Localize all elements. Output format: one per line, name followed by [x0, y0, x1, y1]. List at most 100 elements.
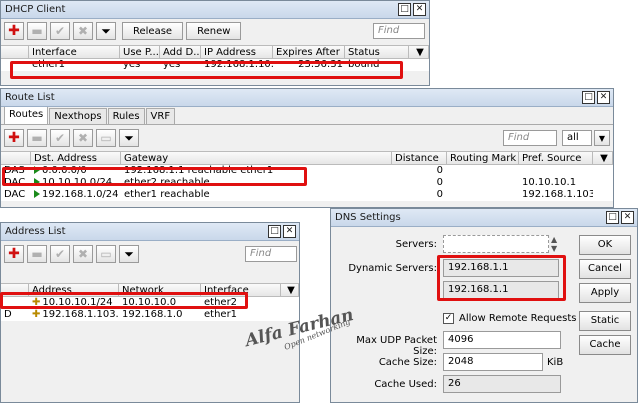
maximize-icon[interactable]: □ — [606, 211, 619, 224]
table-row[interactable]: DAC 10.10.10.0/24 ether2 reachable 0 10.… — [1, 177, 613, 189]
dhcp-client-window: DHCP Client □ ✕ ✚ ▬ ✔ ✖ ⏷ Release Renew … — [0, 0, 430, 86]
allow-remote-label: Allow Remote Requests — [459, 313, 577, 324]
cross-icon: ✖ — [77, 247, 89, 261]
col-pref-source[interactable]: Pref. Source — [519, 152, 593, 164]
row-ip-address: 192.168.1.10... — [204, 59, 273, 70]
dropdown-icon[interactable]: ▼ — [594, 130, 610, 146]
filter-button[interactable]: ⏷ — [96, 22, 116, 40]
row-pref: 10.10.10.1 — [522, 177, 577, 188]
add-button[interactable]: ✚ — [4, 22, 24, 40]
filter-button[interactable]: ⏷ — [119, 129, 139, 147]
check-icon: ✔ — [54, 131, 66, 145]
col-interface[interactable]: Interface — [201, 284, 281, 296]
release-button[interactable]: Release — [122, 22, 184, 40]
add-button[interactable]: ✚ — [4, 245, 24, 263]
table-row[interactable]: ✚ 10.10.10.1/24 10.10.10.0 ether2 — [1, 297, 299, 309]
column-menu-icon[interactable]: ▼ — [409, 46, 429, 58]
disable-button[interactable]: ✖ — [73, 129, 93, 147]
column-menu-icon[interactable]: ▼ — [281, 284, 299, 296]
maximize-icon[interactable]: □ — [268, 225, 281, 238]
cache-button[interactable]: Cache — [579, 335, 631, 355]
remove-button[interactable]: ▬ — [27, 129, 47, 147]
comment-button[interactable]: ▭ — [96, 129, 116, 147]
add-button[interactable]: ✚ — [4, 129, 24, 147]
filter-button[interactable]: ⏷ — [119, 245, 139, 263]
dns-settings-window: DNS Settings □ ✕ Servers: ▲ ▼ Dynamic Ser… — [330, 208, 638, 403]
col-status[interactable]: Status — [345, 46, 409, 58]
close-icon[interactable]: ✕ — [597, 91, 610, 104]
col-dst-address[interactable]: Dst. Address — [31, 152, 121, 164]
row-pref: 192.168.1.103 — [522, 189, 593, 200]
plus-icon: ✚ — [8, 23, 20, 39]
disable-button[interactable]: ✖ — [73, 22, 93, 40]
row-flag — [1, 297, 29, 309]
ok-button[interactable]: OK — [579, 235, 631, 255]
enable-button[interactable]: ✔ — [50, 129, 70, 147]
comment-button[interactable]: ▭ — [96, 245, 116, 263]
close-icon[interactable]: ✕ — [413, 3, 426, 16]
col-expires-after[interactable]: Expires After — [273, 46, 345, 58]
row-expires: 23:56:31 — [298, 59, 343, 70]
enable-button[interactable]: ✔ — [50, 245, 70, 263]
cancel-button[interactable]: Cancel — [579, 259, 631, 279]
up-down-icon[interactable]: ▲ ▼ — [551, 235, 557, 253]
servers-input[interactable] — [443, 235, 549, 253]
route-list-window: Route List □ ✕ Routes Nexthops Rules VRF… — [0, 88, 614, 208]
comment-icon: ▭ — [100, 131, 112, 145]
tab-vrf[interactable]: VRF — [145, 108, 176, 124]
allow-remote-checkbox[interactable]: ✓ — [443, 313, 454, 324]
row-mark — [447, 165, 519, 177]
address-toolbar: ✚ ▬ ✔ ✖ ▭ ⏷ Find — [1, 241, 299, 267]
close-icon[interactable]: ✕ — [621, 211, 634, 224]
dhcp-find-input[interactable]: Find — [373, 23, 425, 39]
col-routing-mark[interactable]: Routing Mark — [447, 152, 519, 164]
column-menu-icon[interactable]: ▼ — [593, 152, 613, 164]
remove-button[interactable]: ▬ — [27, 245, 47, 263]
maximize-icon[interactable]: □ — [398, 3, 411, 16]
cache-size-input[interactable]: 2048 — [443, 353, 543, 371]
enable-button[interactable]: ✔ — [50, 22, 70, 40]
row-pref — [519, 165, 593, 177]
routes-toolbar: ✚ ▬ ✔ ✖ ▭ ⏷ Find all ▼ — [1, 125, 613, 151]
table-row[interactable]: D ✚ 192.168.1.103... 192.168.1.0 ether1 — [1, 309, 299, 321]
col-network[interactable]: Network — [119, 284, 201, 296]
col-gateway[interactable]: Gateway — [121, 152, 392, 164]
close-icon[interactable]: ✕ — [283, 225, 296, 238]
remove-button[interactable]: ▬ — [27, 22, 47, 40]
col-use-peer[interactable]: Use P... — [120, 46, 160, 58]
tab-routes[interactable]: Routes — [4, 106, 49, 124]
plus-icon: ✚ — [8, 130, 20, 146]
tab-rules[interactable]: Rules — [107, 108, 145, 124]
table-row[interactable]: DAS 0.0.0.0/0 192.168.1.1 reachable ethe… — [1, 165, 613, 177]
table-row[interactable]: DAC 192.168.1.0/24 ether1 reachable 0 19… — [1, 189, 613, 201]
static-button[interactable]: Static — [579, 311, 631, 331]
routes-find-input[interactable]: Find — [503, 130, 557, 146]
routes-filter-select[interactable]: all — [562, 130, 592, 146]
table-row[interactable]: ether1 yes yes 192.168.1.10... 23:56:31 … — [1, 59, 429, 71]
address-titlebar[interactable]: Address List □ ✕ — [1, 223, 299, 241]
window-title: DHCP Client — [5, 4, 66, 15]
plus-icon: ✚ — [8, 246, 20, 262]
address-icon: ✚ — [32, 309, 41, 320]
tab-nexthops[interactable]: Nexthops — [49, 108, 107, 124]
dhcp-titlebar[interactable]: DHCP Client □ ✕ — [1, 1, 429, 19]
col-distance[interactable]: Distance — [392, 152, 447, 164]
renew-button[interactable]: Renew — [186, 22, 242, 40]
max-udp-input[interactable]: 4096 — [443, 331, 561, 349]
col-interface[interactable]: Interface — [29, 46, 120, 58]
window-title: Address List — [5, 226, 66, 237]
col-add-default[interactable]: Add D... — [160, 46, 201, 58]
col-ip-address[interactable]: IP Address — [201, 46, 273, 58]
routes-titlebar[interactable]: Route List □ ✕ — [1, 89, 613, 107]
maximize-icon[interactable]: □ — [582, 91, 595, 104]
dns-titlebar[interactable]: DNS Settings □ ✕ — [331, 209, 637, 227]
address-find-input[interactable]: Find — [245, 246, 297, 262]
row-network: 192.168.1.0 — [122, 309, 183, 320]
row-dst: 10.10.10.0/24 — [42, 177, 113, 188]
disable-button[interactable]: ✖ — [73, 245, 93, 263]
apply-button[interactable]: Apply — [579, 283, 631, 303]
row-flags: DAC — [4, 177, 26, 188]
row-gateway: 192.168.1.1 reachable ether1 — [124, 165, 274, 176]
row-add-default: yes — [163, 59, 181, 70]
col-address[interactable]: Address — [29, 284, 119, 296]
